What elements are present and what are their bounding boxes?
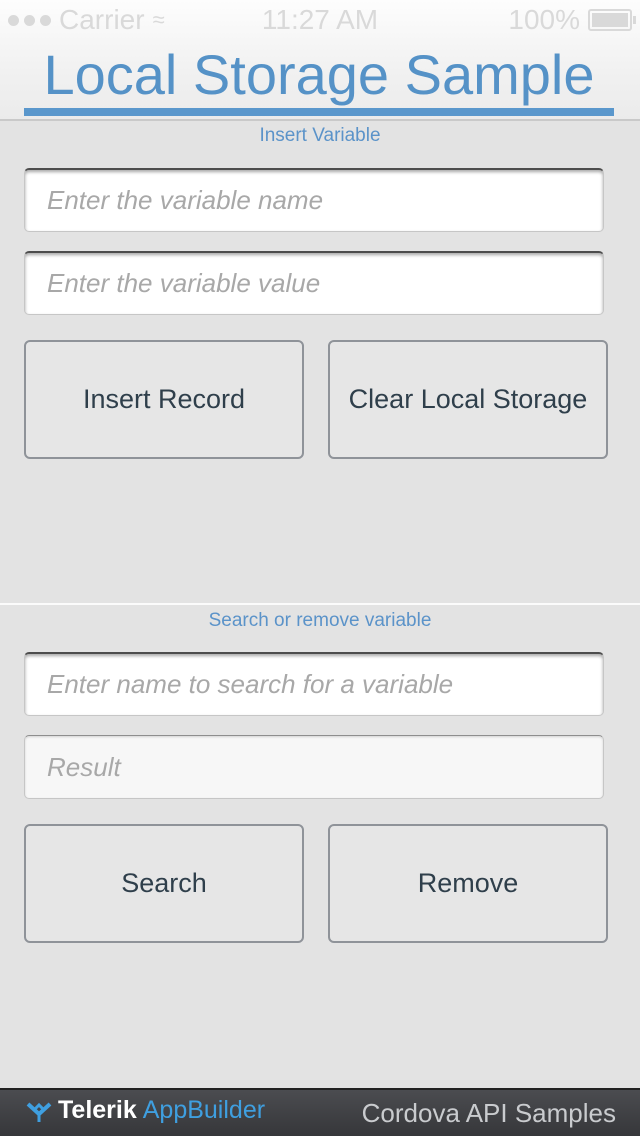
app-screen: Carrier ≈ 11:27 AM 100% Local Storage Sa… bbox=[0, 0, 640, 1136]
insert-section-label: Insert Variable bbox=[259, 125, 381, 146]
result-field bbox=[24, 735, 604, 799]
remove-button[interactable]: Remove bbox=[328, 824, 608, 943]
clear-local-storage-button[interactable]: Clear Local Storage bbox=[328, 340, 608, 459]
search-button[interactable]: Search bbox=[24, 824, 304, 943]
variable-value-input[interactable] bbox=[24, 251, 604, 315]
battery-icon bbox=[588, 9, 636, 31]
title-underline bbox=[24, 108, 614, 116]
footer-bar: Telerik AppBuilder Cordova API Samples bbox=[0, 1088, 640, 1136]
status-bar: Carrier ≈ 11:27 AM 100% bbox=[0, 0, 640, 40]
insert-record-label: Insert Record bbox=[82, 384, 246, 414]
brand-secondary: AppBuilder bbox=[142, 1096, 266, 1124]
header: Carrier ≈ 11:27 AM 100% Local Storage Sa… bbox=[0, 0, 640, 121]
battery-percent: 100% bbox=[508, 4, 580, 35]
search-button-label: Search bbox=[121, 868, 207, 898]
telerik-appbuilder-logo: Telerik AppBuilder bbox=[26, 1096, 265, 1125]
footer-caption: Cordova API Samples bbox=[361, 1098, 616, 1128]
telerik-logo-icon bbox=[26, 1102, 52, 1122]
insert-record-button[interactable]: Insert Record bbox=[24, 340, 304, 459]
remove-button-label: Remove bbox=[417, 868, 519, 898]
search-section-label: Search or remove variable bbox=[208, 610, 432, 631]
search-name-input[interactable] bbox=[24, 652, 604, 716]
variable-name-input[interactable] bbox=[24, 168, 604, 232]
section-divider bbox=[0, 603, 640, 605]
page-title: Local Storage Sample bbox=[43, 43, 595, 106]
brand-primary: Telerik bbox=[58, 1096, 137, 1124]
status-right: 100% bbox=[508, 4, 636, 36]
clear-local-storage-label: Clear Local Storage bbox=[348, 384, 588, 414]
